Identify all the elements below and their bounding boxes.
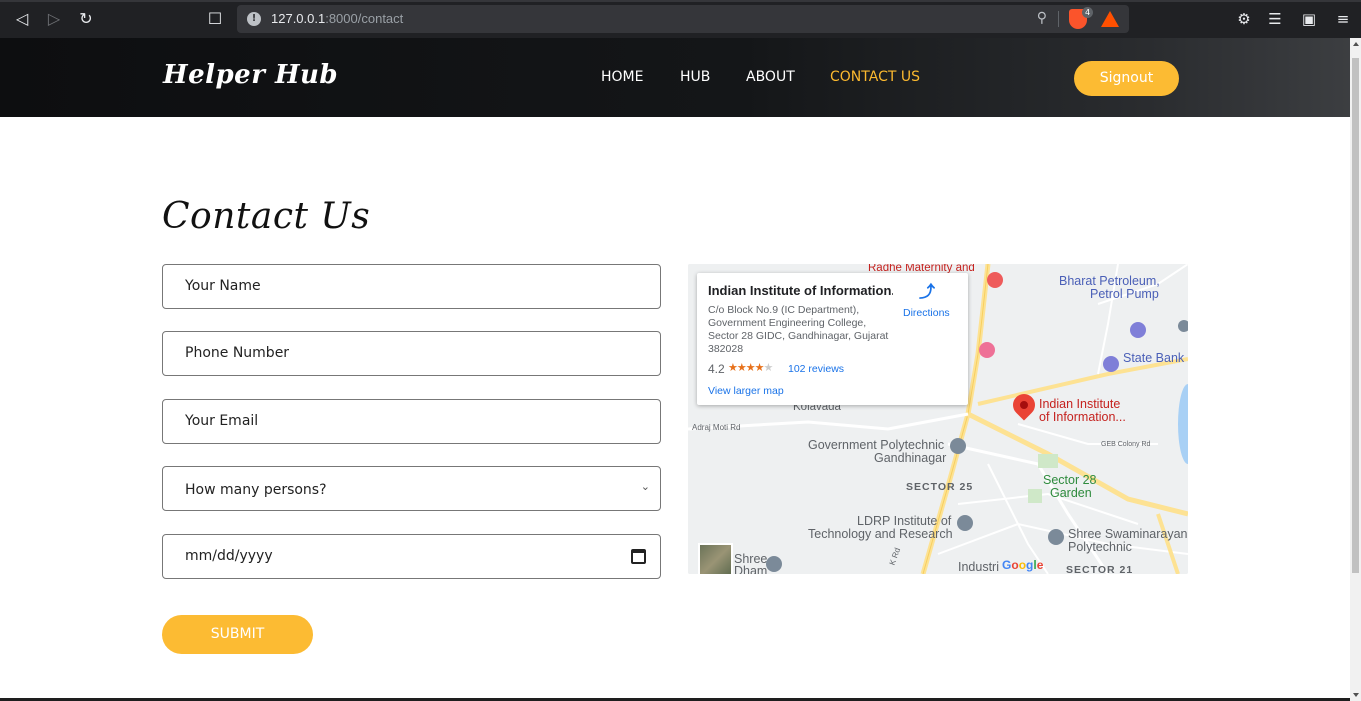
google-logo: Google <box>1002 558 1044 572</box>
scroll-thumb[interactable] <box>1352 58 1359 573</box>
persons-select[interactable]: How many persons? ⌄ <box>162 466 661 511</box>
map-label-adraj: Adraj Moti Rd <box>692 423 741 432</box>
map-label-shree-2: Polytechnic <box>1068 540 1132 554</box>
page-scrollbar[interactable] <box>1350 38 1361 701</box>
map-label-shree: Shree Swaminarayan <box>1068 527 1188 541</box>
site-info-icon[interactable]: ! <box>247 12 261 26</box>
map-label-sector28: Sector 28 <box>1043 473 1097 487</box>
name-placeholder: Your Name <box>185 278 261 294</box>
url-path: :8000/contact <box>325 11 404 26</box>
date-input[interactable]: mm/dd/yyyy <box>162 534 661 579</box>
menu-icon[interactable]: ≡ <box>1334 10 1352 28</box>
submit-button[interactable]: SUBMIT <box>162 615 313 654</box>
url-host: 127.0.0.1 <box>271 11 326 26</box>
tab-strip <box>0 0 1361 2</box>
calendar-icon[interactable] <box>631 549 646 564</box>
browser-toolbar: ◁ ▷ ↻ ☐ ! 127.0.0.1:8000/contact ⚲ 4 ⚙ ☰… <box>0 0 1361 38</box>
chevron-down-icon: ⌄ <box>640 480 650 493</box>
place-rating: 4.2 <box>708 362 725 376</box>
address-separator <box>1058 11 1059 27</box>
rating-stars-icon: ★★★★★ <box>728 362 773 374</box>
page-title: Contact Us <box>162 196 371 237</box>
map-label-sector25: SECTOR 25 <box>906 481 974 493</box>
zoom-icon[interactable]: ⚲ <box>1037 10 1047 26</box>
map-embed[interactable]: Radhe Maternity and Bharat Petroleum, Pe… <box>688 264 1188 574</box>
place-address: C/o Block No.9 (IC Department), Governme… <box>708 304 889 355</box>
wallet-icon[interactable]: ▣ <box>1300 10 1318 28</box>
bookmark-icon[interactable]: ☐ <box>205 9 225 29</box>
view-larger-map-link[interactable]: View larger map <box>708 385 784 397</box>
map-label-govpoly: Government Polytechnic <box>808 438 945 452</box>
place-info-card: Indian Institute of Information... C/o B… <box>697 273 968 405</box>
site-header: Helper Hub HOME HUB ABOUT CONTACT US Sig… <box>0 38 1350 117</box>
nav-home[interactable]: HOME <box>601 69 643 85</box>
nav-hub[interactable]: HUB <box>680 69 710 85</box>
scroll-down-icon[interactable] <box>1353 693 1359 697</box>
map-label-statebank: State Bank <box>1123 351 1185 365</box>
map-label-garden: Garden <box>1050 486 1092 500</box>
nav-about[interactable]: ABOUT <box>746 69 795 85</box>
map-label-sector21: SECTOR 21 <box>1066 564 1134 574</box>
url-text: 127.0.0.1:8000/contact <box>271 11 403 26</box>
phone-placeholder: Phone Number <box>185 345 290 361</box>
place-name: Indian Institute of Information... <box>708 283 893 298</box>
name-input[interactable]: Your Name <box>162 264 661 309</box>
email-input[interactable]: Your Email <box>162 399 661 444</box>
directions-link[interactable]: Directions <box>903 307 950 319</box>
map-label-geb: GEB Colony Rd <box>1101 441 1151 448</box>
map-label-ldrp: LDRP Institute of <box>857 514 952 528</box>
map-label-industri: Industri <box>958 560 999 574</box>
brand-logo[interactable]: Helper Hub <box>163 60 338 90</box>
forward-icon[interactable]: ▷ <box>44 9 64 29</box>
map-label-bharat: Bharat Petroleum, <box>1059 274 1160 288</box>
signout-button[interactable]: Signout <box>1074 61 1179 96</box>
email-placeholder: Your Email <box>185 413 259 429</box>
reload-icon[interactable]: ↻ <box>76 9 96 29</box>
map-label-bharat-2: Petrol Pump <box>1090 287 1159 301</box>
brave-rewards-icon[interactable] <box>1101 11 1119 27</box>
map-label-ldrp-2: Technology and Research <box>808 527 953 541</box>
map-label-dham: Dham <box>734 564 768 574</box>
persons-selected-value: How many persons? <box>185 482 327 498</box>
extensions-icon[interactable]: ⚙ <box>1235 10 1253 28</box>
map-label-iiit-2: of Information... <box>1039 410 1126 424</box>
scroll-up-icon[interactable] <box>1353 42 1359 46</box>
directions-icon[interactable]: ⤴ <box>919 285 935 301</box>
media-icon[interactable]: ☰ <box>1266 10 1284 28</box>
map-label-iiit: Indian Institute <box>1039 397 1121 411</box>
shield-count-badge: 4 <box>1082 7 1093 18</box>
reviews-link[interactable]: 102 reviews <box>788 363 844 375</box>
back-icon[interactable]: ◁ <box>12 9 32 29</box>
date-placeholder: mm/dd/yyyy <box>185 548 273 564</box>
phone-input[interactable]: Phone Number <box>162 331 661 376</box>
nav-contact[interactable]: CONTACT US <box>830 69 920 85</box>
map-label-govpoly-2: Gandhinagar <box>874 451 947 465</box>
address-bar[interactable]: ! 127.0.0.1:8000/contact ⚲ 4 <box>237 5 1129 33</box>
satellite-toggle[interactable] <box>698 543 733 574</box>
